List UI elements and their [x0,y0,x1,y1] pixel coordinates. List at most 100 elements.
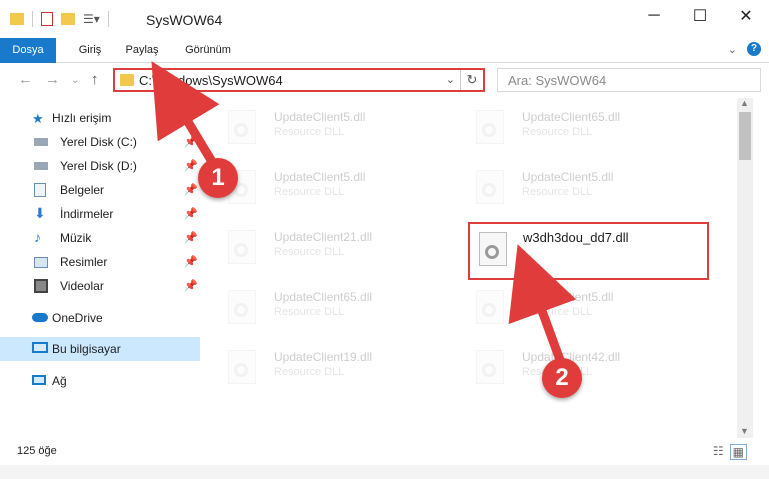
pin-icon[interactable]: 📌 [184,183,198,196]
sidebar-item-downloads[interactable]: ⬇ İndirmeler 📌 [0,202,200,226]
file-type: Resource DLL [274,366,345,378]
sidebar-item-disk-c[interactable]: Yerel Disk (C:) 📌 [0,130,200,154]
sidebar-item-quick-access[interactable]: ★ Hızlı erişim [0,106,200,130]
scroll-down-icon[interactable]: ▼ [740,426,749,436]
chevron-down-icon[interactable]: ⌄ [446,73,455,86]
customize-icon[interactable]: ☰▾ [83,12,100,26]
file-name: UpdateClient5.dll [522,170,614,184]
folder-icon [120,74,134,86]
pin-icon[interactable]: 📌 [184,255,198,268]
ribbon: Dosya Giriş Paylaş Görünüm ⌄ ? [0,38,769,88]
drive-icon [34,162,48,170]
properties-icon[interactable] [41,12,53,26]
search-placeholder: Ara: SysWOW64 [508,73,607,88]
videos-icon [34,279,48,293]
details-view-icon[interactable]: ☷ [713,444,724,460]
file-item[interactable]: UpdateClient65.dll Resource DLL [210,282,440,332]
file-item[interactable]: UpdateClient5.dll Resource DLL [458,162,688,212]
close-button[interactable]: ✕ [723,0,769,32]
sidebar-item-label: Videolar [60,279,104,293]
file-item[interactable]: UpdateClient65.dll Resource DLL [458,102,688,152]
file-item[interactable]: UpdateClient19.dll Resource DLL [210,342,440,392]
window-title: SysWOW64 [146,12,223,28]
star-icon: ★ [32,111,44,126]
address-path: C:\Windows\SysWOW64 [139,73,283,88]
downloads-icon: ⬇ [34,205,46,221]
dll-file-icon [228,110,256,144]
sidebar-item-label: Hızlı erişim [52,111,112,125]
pin-icon[interactable]: 📌 [184,207,198,220]
sidebar-item-label: Yerel Disk (D:) [60,159,137,173]
dll-file-icon [228,230,256,264]
file-item[interactable]: UpdateClient21.dll Resource DLL [210,222,440,272]
file-item[interactable]: UpdateClient5.dll Resource DLL [210,162,440,212]
sidebar-item-music[interactable]: ♪ Müzik 📌 [0,226,200,250]
sidebar-item-documents[interactable]: Belgeler 📌 [0,178,200,202]
item-count: 125 öğe [17,445,57,457]
scroll-up-icon[interactable]: ▲ [740,98,749,108]
step-badge-1: 1 [198,158,238,198]
sidebar-item-label: Resimler [60,255,108,269]
drive-icon [34,138,48,146]
tab-home[interactable]: Giriş [70,38,110,62]
forward-icon[interactable]: → [45,71,60,88]
tab-view[interactable]: Görünüm [180,38,236,62]
sidebar-item-label: OneDrive [52,311,103,325]
file-item[interactable]: UpdateClient5.dll Resource DLL [210,102,440,152]
sidebar-item-label: İndirmeler [60,207,114,221]
tiles-view-icon[interactable]: ▦ [729,444,747,460]
navigation-pane: ★ Hızlı erişim Yerel Disk (C:) 📌 Yerel D… [0,102,200,432]
refresh-icon[interactable]: ↻ [460,70,483,90]
file-name: UpdateClient5.dll [522,290,614,304]
recent-locations-icon[interactable]: ⌄ [71,75,79,86]
highlighted-file-item[interactable]: w3dh3dou_dd7.dll [468,222,709,280]
expand-ribbon-icon[interactable]: ⌄ [728,43,737,56]
file-name: UpdateClient5.dll [274,110,366,124]
sidebar-item-videos[interactable]: Videolar 📌 [0,274,200,298]
search-input[interactable]: Ara: SysWOW64 [497,68,761,92]
file-name: UpdateClient5.dll [274,170,366,184]
sidebar-item-network[interactable]: Ağ [0,369,200,393]
new-folder-icon[interactable] [61,13,75,25]
sidebar-item-label: Belgeler [60,183,105,197]
help-icon[interactable]: ? [747,42,761,56]
status-bar: 125 öğe ☷ ▦ [0,440,769,464]
dll-file-icon [476,290,504,324]
file-type: Resource DLL [274,306,345,318]
file-name: UpdateClient65.dll [274,290,373,304]
music-icon: ♪ [34,229,41,245]
documents-icon [34,183,46,197]
dll-file-icon [476,170,504,204]
sidebar-item-this-pc[interactable]: Bu bilgisayar [0,337,200,361]
dll-file-icon [476,350,504,384]
pin-icon[interactable]: 📌 [184,135,198,148]
sidebar-item-label: Ağ [52,374,67,388]
back-icon[interactable]: ← [18,71,33,88]
tab-share[interactable]: Paylaş [122,38,162,62]
file-type: Resource DLL [522,306,593,318]
sidebar-item-disk-d[interactable]: Yerel Disk (D:) 📌 [0,154,200,178]
pin-icon[interactable]: 📌 [184,279,198,292]
minimize-button[interactable]: ─ [631,0,677,32]
file-type: Resource DLL [274,186,345,198]
computer-icon [32,342,48,353]
sidebar-item-label: Bu bilgisayar [52,342,121,356]
sidebar-item-pictures[interactable]: Resimler 📌 [0,250,200,274]
maximize-button[interactable]: ☐ [677,0,723,32]
sidebar-item-onedrive[interactable]: OneDrive [0,306,200,330]
divider [32,11,33,27]
vertical-scrollbar[interactable]: ▲ ▼ [737,98,753,438]
pin-icon[interactable]: 📌 [184,159,198,172]
address-bar[interactable]: C:\Windows\SysWOW64 ⌄ ↻ [113,68,485,92]
file-type: Resource DLL [274,246,345,258]
pin-icon[interactable]: 📌 [184,231,198,244]
file-item[interactable]: UpdateClient5.dll Resource DLL [458,282,688,332]
network-icon [32,375,46,385]
dll-file-icon [228,290,256,324]
quick-access-toolbar: ☰▾ [10,11,109,27]
scroll-thumb[interactable] [739,112,751,160]
up-icon[interactable]: ↑ [91,71,99,88]
pictures-icon [34,257,48,268]
navigation-bar: ← → ⌄ ↑ C:\Windows\SysWOW64 ⌄ ↻ Ara: Sys… [0,63,769,97]
file-name: UpdateClient19.dll [274,350,373,364]
